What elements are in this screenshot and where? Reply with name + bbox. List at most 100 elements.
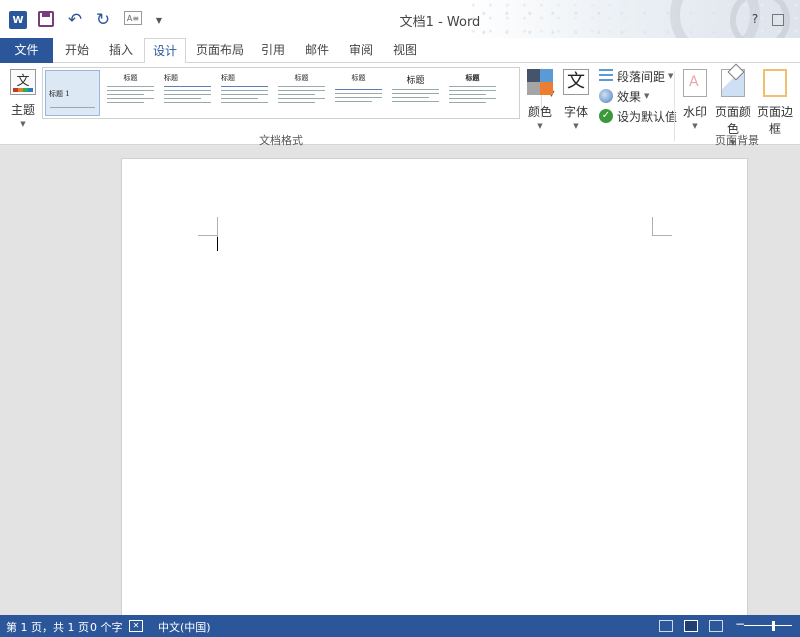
effects-label: 效果 bbox=[617, 89, 642, 104]
set-as-default-button[interactable]: ✓ 设为默认值 bbox=[599, 107, 677, 125]
help-button[interactable]: ? bbox=[744, 10, 766, 28]
ribbon-display-options-icon[interactable] bbox=[772, 14, 784, 26]
word-count[interactable]: 0 个字 bbox=[90, 619, 123, 635]
style-set-preview-line bbox=[164, 86, 211, 87]
style-set-preview-line bbox=[107, 102, 144, 103]
fonts-button[interactable]: 文 字体 ▼ bbox=[560, 69, 592, 130]
watermark-button[interactable]: 水印 ▼ bbox=[680, 69, 710, 130]
chevron-down-icon: ▼ bbox=[668, 72, 674, 80]
style-set-preview-line bbox=[392, 101, 439, 102]
watermark-icon bbox=[683, 69, 707, 97]
watermark-label: 水印 bbox=[682, 105, 707, 119]
group-separator bbox=[674, 71, 675, 141]
style-set-preview-line bbox=[392, 93, 439, 94]
style-set-thumbnail[interactable]: 标题 bbox=[274, 70, 329, 116]
tab-home[interactable]: 开始 bbox=[56, 38, 98, 63]
style-set-preview-line bbox=[449, 90, 496, 91]
themes-icon: 文 bbox=[10, 69, 36, 95]
style-set-preview-line bbox=[335, 101, 372, 102]
set-as-default-label: 设为默认值 bbox=[617, 109, 678, 124]
fonts-label: 字体 bbox=[563, 105, 588, 119]
style-set-preview-line bbox=[221, 98, 258, 99]
colors-button[interactable]: 颜色 ▼ bbox=[524, 69, 556, 130]
tab-page-layout[interactable]: 页面布局 bbox=[192, 38, 248, 63]
chevron-down-icon: ▼ bbox=[573, 122, 579, 130]
tab-insert[interactable]: 插入 bbox=[100, 38, 142, 63]
page-borders-button[interactable]: 页面边框 bbox=[755, 69, 795, 137]
window-title: 文档1 - Word bbox=[399, 15, 481, 30]
language-indicator[interactable]: 中文(中国) bbox=[158, 619, 211, 635]
tab-review[interactable]: 审阅 bbox=[342, 38, 380, 63]
style-set-thumbnail[interactable]: 标题 bbox=[160, 70, 215, 116]
web-layout-icon[interactable] bbox=[709, 620, 723, 632]
tab-design[interactable]: 设计 bbox=[144, 38, 186, 64]
style-set-preview-line bbox=[164, 102, 211, 103]
ribbon-tab-bar: 文件 开始 插入 设计 页面布局 引用 邮件 审阅 视图 bbox=[0, 38, 800, 64]
style-set-preview-line bbox=[107, 90, 154, 91]
style-set-preview-line bbox=[221, 102, 268, 103]
style-set-preview-line bbox=[335, 97, 382, 98]
style-set-thumbnail[interactable]: 标题 bbox=[388, 70, 443, 116]
fonts-icon: 文 bbox=[563, 69, 589, 95]
margin-mark-top-right-h bbox=[652, 235, 672, 236]
style-set-preview-line bbox=[221, 86, 268, 87]
style-set-thumbnail[interactable]: 标题 bbox=[217, 70, 272, 116]
paragraph-spacing-icon bbox=[599, 69, 613, 83]
zoom-out-button[interactable]: − bbox=[735, 617, 745, 631]
text-cursor bbox=[217, 237, 218, 251]
tab-references[interactable]: 引用 bbox=[254, 38, 292, 63]
style-set-thumbnail[interactable]: 标题 1 bbox=[45, 70, 100, 116]
style-set-preview-line bbox=[392, 97, 429, 98]
style-set-preview-line bbox=[107, 86, 154, 87]
paragraph-spacing-label: 段落间距 bbox=[617, 69, 666, 84]
status-bar: 第 1 页，共 1 页 0 个字 ✕ 中文(中国) − bbox=[0, 615, 800, 637]
style-set-preview-line bbox=[335, 93, 382, 94]
read-mode-icon[interactable] bbox=[659, 620, 673, 632]
style-set-title: 标题 bbox=[221, 74, 235, 82]
style-set-title: 标题 bbox=[164, 74, 178, 82]
style-set-preview-line bbox=[164, 90, 211, 91]
themes-button[interactable]: 文 主题 ▼ bbox=[6, 69, 40, 131]
effects-button[interactable]: 效果 ▼ bbox=[599, 87, 649, 105]
style-set-title: 标题 bbox=[406, 76, 425, 86]
print-layout-icon[interactable] bbox=[684, 620, 698, 632]
style-set-thumbnail[interactable]: 标题 bbox=[445, 70, 500, 116]
style-set-preview-line bbox=[278, 98, 325, 99]
chevron-down-icon: ▼ bbox=[644, 92, 650, 100]
checkmark-icon: ✓ bbox=[599, 109, 613, 123]
document-area[interactable] bbox=[0, 146, 800, 618]
style-set-title: 标题 bbox=[351, 74, 366, 82]
chevron-down-icon: ▼ bbox=[537, 122, 543, 130]
ribbon-design: 文 主题 ▼ 标题 1 标题 标题 标题 标题 标题 标题 标题 文档格式 颜色… bbox=[0, 63, 800, 147]
tab-mailings[interactable]: 邮件 bbox=[298, 38, 336, 63]
style-set-preview-line bbox=[335, 89, 382, 90]
style-set-thumbnail[interactable]: 标题 bbox=[103, 70, 158, 116]
colors-icon bbox=[527, 69, 553, 95]
zoom-slider[interactable] bbox=[744, 625, 792, 626]
chevron-down-icon: ▼ bbox=[692, 122, 698, 130]
style-set-preview-line bbox=[449, 102, 486, 103]
document-page[interactable] bbox=[121, 158, 748, 618]
style-set-gallery: 标题 1 标题 标题 标题 标题 标题 标题 标题 bbox=[42, 67, 555, 119]
chevron-down-icon: ▼ bbox=[20, 120, 26, 128]
tab-file[interactable]: 文件 bbox=[0, 38, 53, 63]
style-set-preview-line bbox=[107, 94, 144, 95]
page-count[interactable]: 第 1 页，共 1 页 bbox=[6, 619, 89, 635]
margin-mark-top-right-v bbox=[652, 217, 653, 236]
title-bar: W ↶ ↻ A≡ ▼ 文档1 - Word ? bbox=[0, 0, 800, 38]
zoom-slider-thumb[interactable] bbox=[772, 621, 775, 631]
style-set-preview-line bbox=[278, 90, 325, 91]
colors-label: 颜色 bbox=[527, 105, 552, 119]
tab-view[interactable]: 视图 bbox=[386, 38, 424, 63]
style-set-preview-line bbox=[107, 98, 154, 99]
style-set-preview-line bbox=[164, 98, 201, 99]
style-set-preview-line bbox=[50, 107, 95, 108]
proofing-icon[interactable]: ✕ bbox=[129, 620, 143, 632]
style-set-preview-line bbox=[392, 89, 439, 90]
page-borders-icon bbox=[763, 69, 787, 97]
style-set-thumbnail[interactable]: 标题 bbox=[331, 70, 386, 116]
paragraph-spacing-button[interactable]: 段落间距 ▼ bbox=[599, 67, 673, 85]
style-set-title: 标题 bbox=[294, 74, 309, 82]
themes-label: 主题 bbox=[10, 103, 35, 117]
word-window: W ↶ ↻ A≡ ▼ 文档1 - Word ? 文件 开始 插入 设计 页面布局… bbox=[0, 0, 800, 637]
